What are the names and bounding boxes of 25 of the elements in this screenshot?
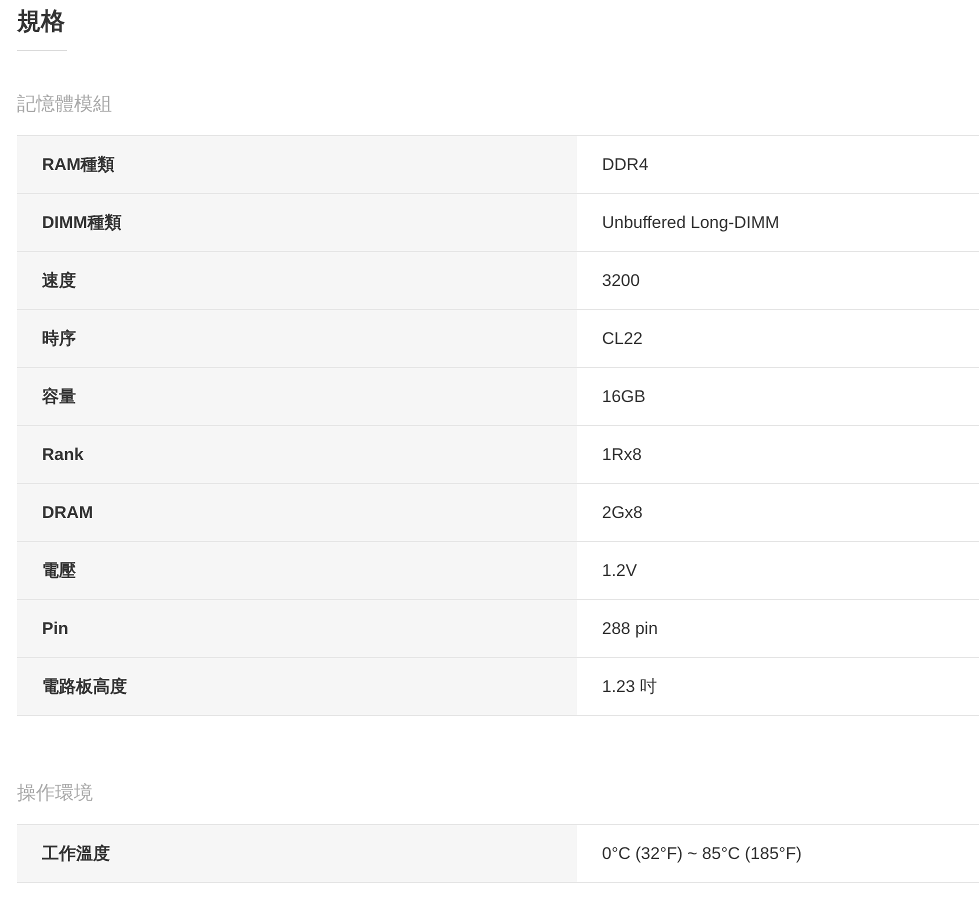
page-title: 規格 (17, 7, 66, 37)
spec-label-cell: 電壓 (17, 542, 577, 599)
spec-value-cell-text: 1.23 吋 (601, 676, 658, 698)
spec-value-cell-text: 288 pin (601, 618, 659, 640)
spec-value-cell-text: 0°C (32°F) ~ 85°C (185°F) (601, 842, 803, 864)
spec-value-cell-text: 1Rx8 (601, 444, 643, 466)
spec-value-cell-text: CL22 (601, 328, 644, 350)
section-heading: 記憶體模組 (17, 93, 113, 117)
spec-value-cell-text: Unbuffered Long-DIMM (601, 212, 780, 234)
spec-value-cell-text: DDR4 (601, 154, 650, 176)
spec-value-cell-text: 2Gx8 (601, 502, 644, 524)
spec-label-cell: 容量 (17, 368, 577, 425)
spec-label-cell: Rank (17, 426, 577, 483)
spec-value-cell-text: 1.2V (601, 560, 638, 582)
spec-value-cell-text: 3200 (601, 270, 641, 292)
spec-label-cell: RAM種類 (17, 136, 577, 193)
spec-label-cell: DRAM (17, 484, 577, 541)
spec-label-cell: DIMM種類 (17, 194, 577, 251)
spec-value-cell-text: 16GB (601, 386, 646, 408)
spec-label-cell: Pin (17, 600, 577, 657)
section-heading: 操作環境 (17, 782, 94, 806)
spec-label-cell: 工作溫度 (17, 825, 577, 882)
spec-label-cell: 電路板高度 (17, 658, 577, 715)
spec-label-cell: 速度 (17, 252, 577, 309)
spec-label-cell: 時序 (17, 310, 577, 367)
